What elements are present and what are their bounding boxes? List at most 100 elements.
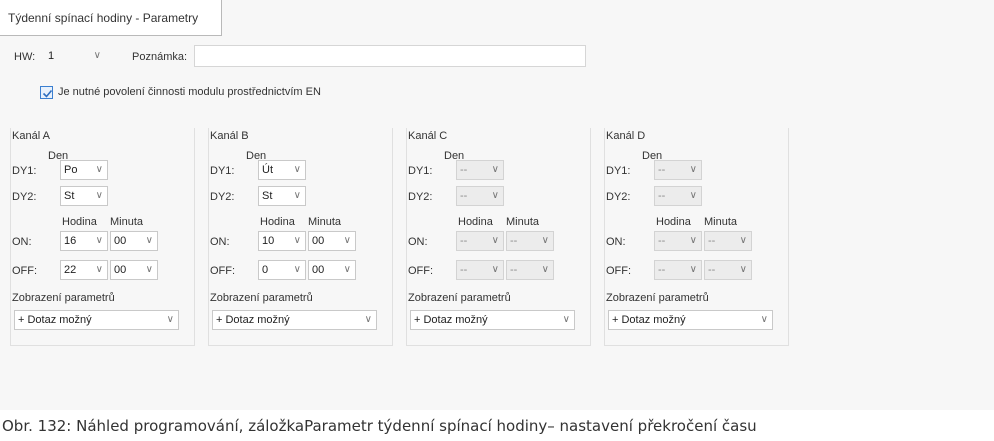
chevron-down-icon: ∨: [541, 235, 549, 246]
enable-checkbox-label: Je nutné povolení činnosti modulu prostř…: [58, 86, 321, 98]
channel-d-display-select[interactable]: + Dotaz možný ∨: [608, 310, 773, 330]
channel-d-dy2-select-value: --: [658, 190, 666, 202]
checkmark-icon: [42, 89, 53, 98]
channel-a-off-hour-select-value: 22: [64, 264, 77, 276]
minute-header: Minuta: [308, 216, 342, 228]
channel-a-title: Kanál A: [12, 130, 50, 142]
chevron-down-icon: ∨: [491, 190, 499, 201]
dy2-label: DY2:: [12, 191, 37, 203]
chevron-down-icon: ∨: [93, 50, 101, 61]
channel-b-on-hour-select-value: 10: [262, 235, 275, 247]
chevron-down-icon: ∨: [293, 264, 301, 275]
hour-header: Hodina: [260, 216, 295, 228]
channel-c-on-hour-select: -- ∨: [456, 231, 504, 251]
off-label: OFF:: [210, 265, 236, 277]
channel-b-on-minute-select[interactable]: 00 ∨: [308, 231, 356, 251]
channel-a-on-minute-select-value: 00: [114, 235, 127, 247]
on-label: ON:: [408, 236, 428, 248]
hour-header: Hodina: [62, 216, 97, 228]
chevron-down-icon: ∨: [343, 264, 351, 275]
channel-a-off-minute-select[interactable]: 00 ∨: [110, 260, 158, 280]
channel-a-display-select[interactable]: + Dotaz možný ∨: [14, 310, 179, 330]
chevron-down-icon: ∨: [689, 164, 697, 175]
hour-header: Hodina: [458, 216, 493, 228]
chevron-down-icon: ∨: [491, 164, 499, 175]
dy1-label: DY1:: [210, 165, 235, 177]
chevron-down-icon: ∨: [689, 235, 697, 246]
chevron-down-icon: ∨: [343, 235, 351, 246]
channel-d-off-hour-select-value: --: [658, 264, 666, 276]
channel-a-off-hour-select[interactable]: 22 ∨: [60, 260, 108, 280]
channel-c-on-hour-select-value: --: [460, 235, 468, 247]
channel-c-title: Kanál C: [408, 130, 448, 142]
minute-header: Minuta: [506, 216, 540, 228]
dy2-label: DY2:: [210, 191, 235, 203]
parameters-panel: Týdenní spínací hodiny - Parametry HW: 1…: [0, 0, 994, 410]
channel-a-dy2-select[interactable]: St ∨: [60, 186, 108, 206]
channel-d-off-hour-select: -- ∨: [654, 260, 702, 280]
on-label: ON:: [12, 236, 32, 248]
channel-b-dy1-select-value: Út: [262, 164, 273, 176]
chevron-down-icon: ∨: [95, 164, 103, 175]
on-label: ON:: [606, 236, 626, 248]
chevron-down-icon: ∨: [739, 264, 747, 275]
channel-b-display-select-value: + Dotaz možný: [216, 314, 290, 326]
note-input[interactable]: [194, 45, 586, 67]
dy2-label: DY2:: [408, 191, 433, 203]
display-params-label: Zobrazení parametrů: [408, 292, 511, 304]
display-params-label: Zobrazení parametrů: [606, 292, 709, 304]
minute-header: Minuta: [704, 216, 738, 228]
chevron-down-icon: ∨: [491, 264, 499, 275]
channel-d-on-hour-select: -- ∨: [654, 231, 702, 251]
tab-parameters[interactable]: Týdenní spínací hodiny - Parametry: [0, 0, 222, 36]
dy1-label: DY1:: [408, 165, 433, 177]
channel-c-on-minute-select-value: --: [510, 235, 518, 247]
note-label: Poznámka:: [132, 51, 188, 63]
channel-b-display-select[interactable]: + Dotaz možný ∨: [212, 310, 377, 330]
channel-c-dy1-select: -- ∨: [456, 160, 504, 180]
channel-d-display-select-value: + Dotaz možný: [612, 314, 686, 326]
display-params-label: Zobrazení parametrů: [210, 292, 313, 304]
channel-b-off-minute-select[interactable]: 00 ∨: [308, 260, 356, 280]
channel-d-dy1-select: -- ∨: [654, 160, 702, 180]
chevron-down-icon: ∨: [293, 235, 301, 246]
chevron-down-icon: ∨: [166, 314, 174, 325]
channel-d-dy2-select: -- ∨: [654, 186, 702, 206]
chevron-down-icon: ∨: [491, 235, 499, 246]
channel-b-dy2-select[interactable]: St ∨: [258, 186, 306, 206]
hw-select[interactable]: 1 ∨: [44, 46, 106, 66]
channel-d-off-minute-select: -- ∨: [704, 260, 752, 280]
channel-d-title: Kanál D: [606, 130, 646, 142]
chevron-down-icon: ∨: [95, 190, 103, 201]
minute-header: Minuta: [110, 216, 144, 228]
channel-b-off-hour-select[interactable]: 0 ∨: [258, 260, 306, 280]
channel-a-dy1-select[interactable]: Po ∨: [60, 160, 108, 180]
figure-caption: Obr. 132: Náhled programování, záložkaPa…: [2, 417, 757, 435]
channel-c-on-minute-select: -- ∨: [506, 231, 554, 251]
channel-c-off-hour-select-value: --: [460, 264, 468, 276]
on-label: ON:: [210, 236, 230, 248]
dy1-label: DY1:: [12, 165, 37, 177]
channel-b-dy2-select-value: St: [262, 190, 273, 202]
chevron-down-icon: ∨: [95, 235, 103, 246]
enable-checkbox[interactable]: [40, 86, 53, 99]
chevron-down-icon: ∨: [95, 264, 103, 275]
channel-b-title: Kanál B: [210, 130, 249, 142]
channel-c-display-select[interactable]: + Dotaz možný ∨: [410, 310, 575, 330]
chevron-down-icon: ∨: [689, 190, 697, 201]
channel-a-on-minute-select[interactable]: 00 ∨: [110, 231, 158, 251]
chevron-down-icon: ∨: [689, 264, 697, 275]
chevron-down-icon: ∨: [364, 314, 372, 325]
channel-b-on-hour-select[interactable]: 10 ∨: [258, 231, 306, 251]
channel-c-dy1-select-value: --: [460, 164, 468, 176]
channel-c-off-hour-select: -- ∨: [456, 260, 504, 280]
channel-b-dy1-select[interactable]: Út ∨: [258, 160, 306, 180]
tab-label: Týdenní spínací hodiny - Parametry: [8, 11, 199, 25]
channel-c-off-minute-select: -- ∨: [506, 260, 554, 280]
channel-a-on-hour-select[interactable]: 16 ∨: [60, 231, 108, 251]
channel-d-off-minute-select-value: --: [708, 264, 716, 276]
chevron-down-icon: ∨: [293, 164, 301, 175]
chevron-down-icon: ∨: [739, 235, 747, 246]
chevron-down-icon: ∨: [541, 264, 549, 275]
hour-header: Hodina: [656, 216, 691, 228]
